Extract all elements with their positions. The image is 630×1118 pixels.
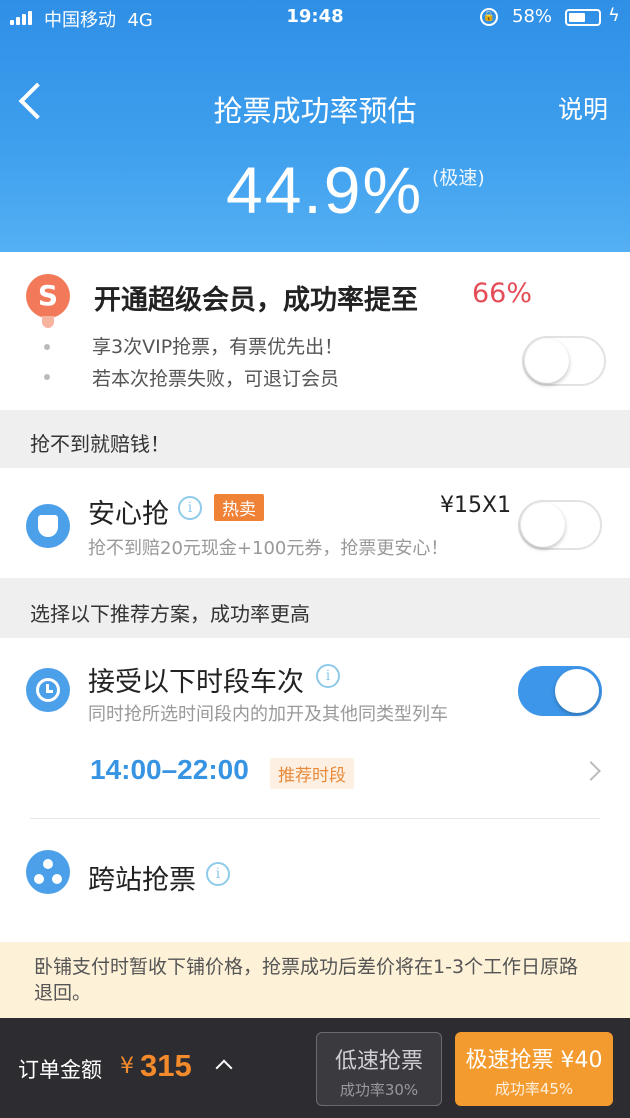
slow-grab-rate: 成功率30% <box>339 1081 419 1099</box>
vip-rate: 66% <box>472 278 533 309</box>
s-badge-icon: S <box>26 274 70 328</box>
page-title: 抢票成功率预估 <box>213 94 417 128</box>
share-nodes-icon <box>26 850 70 894</box>
charging-icon: ϟ <box>608 5 620 26</box>
info-icon[interactable]: i <box>206 862 230 886</box>
time-slot-title: 接受以下时段车次 <box>88 667 304 698</box>
divider <box>30 818 600 819</box>
price-notice: 卧铺支付时暂收下铺价格，抢票成功后差价将在1-3个工作日原路退回。 <box>0 942 630 1018</box>
anxin-toggle[interactable] <box>518 500 602 550</box>
vip-benefit: 享3次VIP抢票，有票优先出！ <box>92 336 344 358</box>
rotation-lock-icon: 🔒 <box>480 8 498 26</box>
fast-grab-label: 极速抢票 ¥40 <box>465 1048 603 1073</box>
recommend-label: 选择以下推荐方案，成功率更高 <box>30 602 310 626</box>
slow-grab-label: 低速抢票 <box>334 1049 423 1074</box>
compensation-label: 抢不到就赔钱！ <box>30 432 170 456</box>
currency-symbol: ¥ <box>120 1054 134 1079</box>
fast-grab-button[interactable]: 极速抢票 ¥40 成功率45% <box>455 1032 613 1106</box>
clock-icon <box>26 668 70 712</box>
shield-icon <box>26 504 70 548</box>
rate-mode: (极速) <box>432 167 485 189</box>
order-footer: 订单金额 ¥ 315 低速抢票 成功率30% 极速抢票 ¥40 成功率45% <box>0 1018 630 1118</box>
success-rate: 44.9% <box>226 153 424 227</box>
hot-badge: 热卖 <box>214 494 264 521</box>
bullet-icon <box>44 374 50 380</box>
fast-grab-rate: 成功率45% <box>494 1080 574 1098</box>
recommended-tag: 推荐时段 <box>270 758 354 789</box>
time-range[interactable]: 14:00–22:00 <box>90 754 249 786</box>
chevron-up-icon[interactable] <box>215 1059 233 1077</box>
battery-icon <box>565 9 601 26</box>
anxin-title: 安心抢 <box>88 499 169 530</box>
vip-section: S 开通超级会员，成功率提至 66% 享3次VIP抢票，有票优先出！ 若本次抢票… <box>0 252 630 410</box>
info-icon[interactable]: i <box>316 664 340 688</box>
order-amount-label: 订单金额 <box>18 1058 102 1082</box>
vip-toggle[interactable] <box>522 336 606 386</box>
time-slot-subtitle: 同时抢所选时间段内的加开及其他同类型列车 <box>88 704 448 725</box>
info-icon[interactable]: i <box>178 496 202 520</box>
vip-benefit: 若本次抢票失败，可退订会员 <box>92 368 340 390</box>
bullet-icon <box>44 344 50 350</box>
battery-percent: 58% <box>512 6 553 27</box>
time-slot-toggle[interactable] <box>518 666 602 716</box>
anxin-subtitle: 抢不到赔20元现金+100元券，抢票更安心！ <box>88 538 449 559</box>
anxin-price: ¥15X1 <box>440 493 512 518</box>
order-amount: 315 <box>140 1048 192 1083</box>
header: 中国移动 4G 19:48 🔒 58% ϟ 抢票成功率预估 说明 44.9% (… <box>0 0 630 252</box>
slow-grab-button[interactable]: 低速抢票 成功率30% <box>316 1032 442 1106</box>
cross-station-title: 跨站抢票 <box>88 865 196 896</box>
help-link[interactable]: 说明 <box>558 90 608 126</box>
status-bar: 中国移动 4G 19:48 🔒 58% ϟ <box>0 0 630 36</box>
vip-title: 开通超级会员，成功率提至 <box>94 285 418 316</box>
